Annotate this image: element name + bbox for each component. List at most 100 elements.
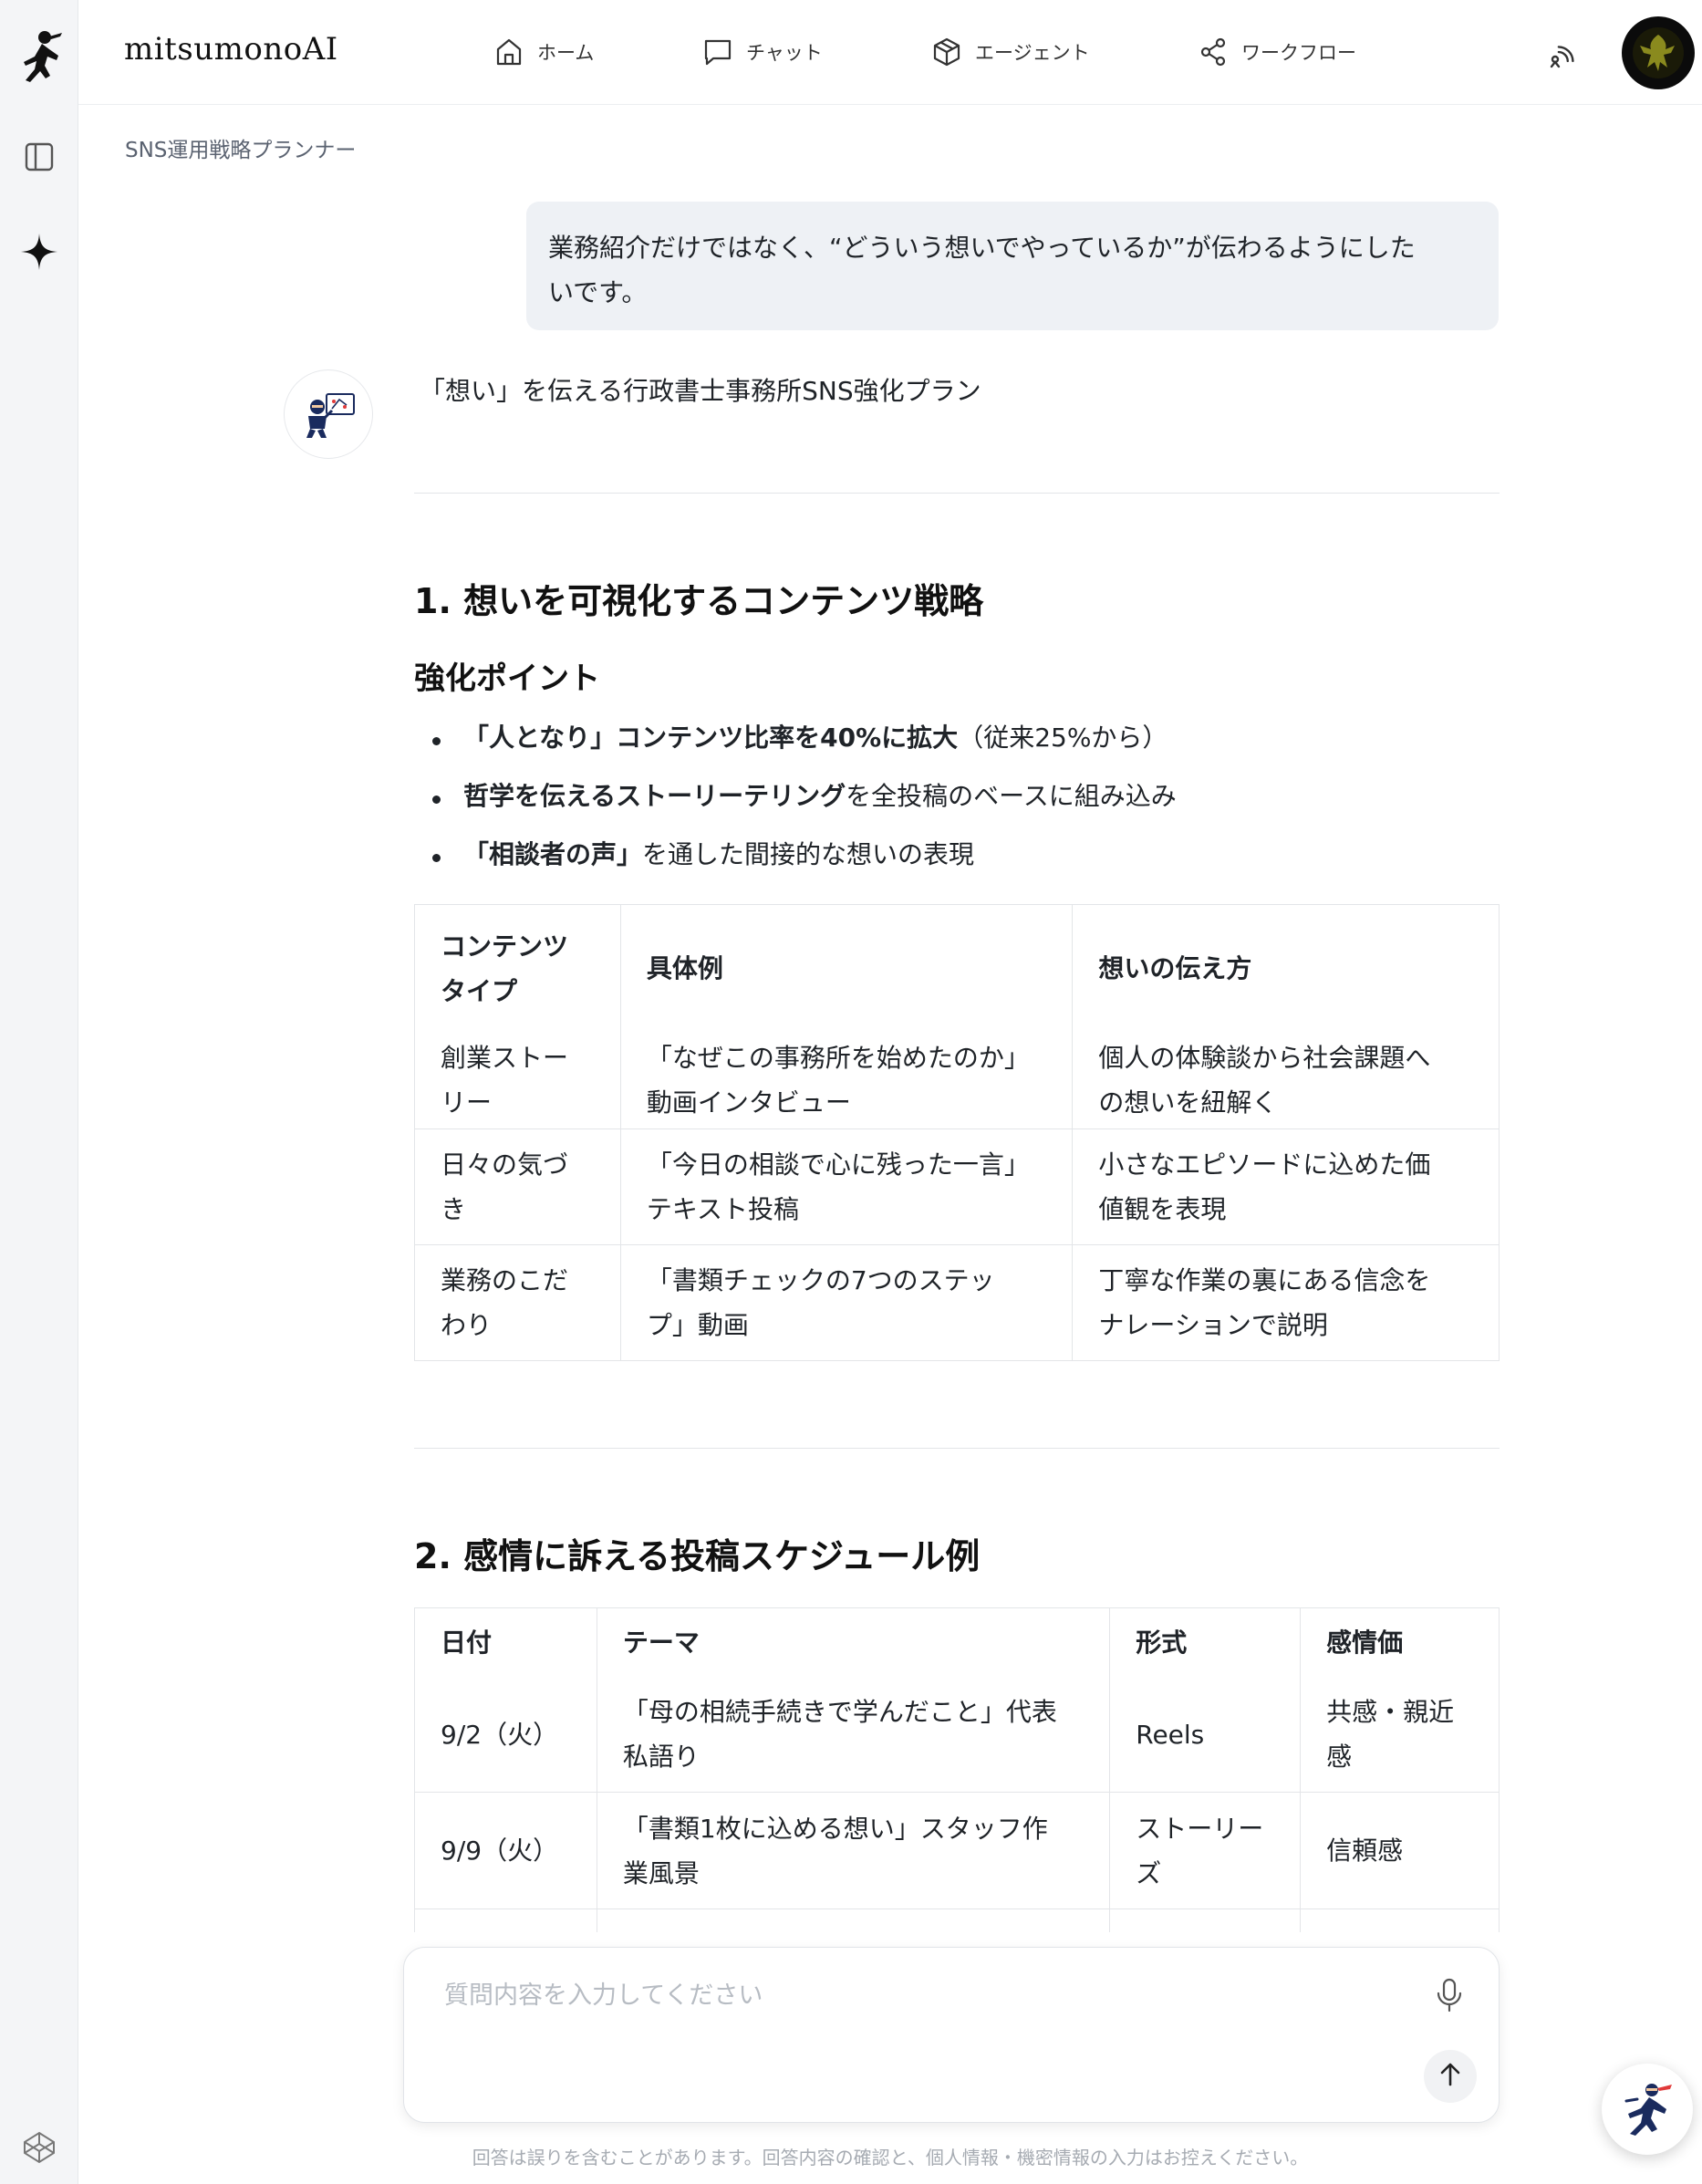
list-item-bold: 「人となり」コンテンツ比率を40%に拡大 (463, 723, 959, 753)
floating-assistant-button[interactable] (1602, 2064, 1693, 2155)
table-header-cell: 感情価 (1300, 1607, 1500, 1678)
table-row: 9/9（火） 「書類1枚に込める想い」スタッフ作 業風景 ストーリーズ 信頼感 (414, 1792, 1500, 1909)
table-cell: 個人の体験談から社会課題へ の想いを紐解く (1072, 1032, 1500, 1129)
chat-input[interactable] (444, 1977, 1356, 2013)
signal-icon[interactable] (1538, 31, 1583, 77)
user-message-bubble: 業務紹介だけではなく、“どういう想いでやっているか”が伝わるようにした いです。 (526, 202, 1499, 330)
table-header-cell: 想いの伝え方 (1072, 904, 1500, 1033)
section-heading: 2. 感情に訴える投稿スケジュール例 (414, 1536, 981, 1576)
nav-workflow-label: ワークフロー (1241, 42, 1356, 64)
cell-line: Reels (1136, 1719, 1205, 1750)
avatar[interactable] (1622, 16, 1695, 89)
package-icon (931, 36, 962, 68)
user-message-line: 業務紹介だけではなく、“どういう想いでやっているか”が伝わるようにした (548, 233, 1416, 263)
list-item-text: （従来25%から） (958, 723, 1168, 753)
table-header-cell: 日付 (414, 1607, 597, 1678)
cell-line: 「母の相続手続きで学んだこと」代表 (622, 1697, 1057, 1728)
share-nodes-icon (1198, 36, 1229, 68)
cell-line: 「書類1枚に込める想い」スタッフ作 (622, 1813, 1048, 1844)
ninja-logo-icon[interactable] (11, 26, 67, 88)
table-cell: Reels (1109, 1677, 1302, 1793)
table-cell: ストーリーズ (1109, 1792, 1302, 1909)
send-button[interactable] (1424, 2050, 1477, 2103)
cell-line: 値観を表現 (1098, 1194, 1227, 1224)
list-item-bold: 「相談者の声」 (463, 839, 643, 869)
breadcrumb[interactable]: SNS運用戦略プランナー (125, 132, 356, 163)
table-row: 創業ストーリー 「なぜこの事務所を始めたのか」 動画インタビュー 個人の体験談から… (414, 1032, 1500, 1129)
sidebar-toggle-icon[interactable] (17, 135, 61, 179)
table-cell: 9/9（火） (414, 1792, 597, 1909)
bullet-list: 「人となり」コンテンツ比率を40%に拡大（従来25%から） 哲学を伝えるストーリ… (414, 717, 1500, 892)
table-header-cell: 形式 (1109, 1607, 1302, 1678)
cell-line: プ」動画 (646, 1310, 749, 1340)
cell-line: 「書類チェックの7つのステッ (646, 1265, 995, 1295)
nav-home[interactable]: ホーム (493, 29, 594, 75)
table-header-cell: コンテンツ タイプ (414, 904, 621, 1033)
cell-line: 9/9（火） (441, 1836, 559, 1866)
cell-line: わり (441, 1310, 493, 1340)
cell-line: 「今日の相談で心に残った一言」 (646, 1149, 1030, 1180)
content-strategy-table: コンテンツ タイプ 具体例 想いの伝え方 創業ストーリー 「なぜこの事務所を始め… (414, 904, 1500, 1361)
cell-line: の想いを紐解く (1098, 1087, 1278, 1118)
table-cell: 創業ストー リー (414, 1032, 621, 1129)
sparkle-icon[interactable] (17, 230, 61, 274)
table-cell: 共感・親近感 (1300, 1677, 1500, 1793)
home-icon (493, 36, 524, 68)
cell-line: ストーリー (1136, 1813, 1264, 1844)
table-row: 日々の気づき 「今日の相談で心に残った一言」 テキスト投稿 小さなエピソードに込め… (414, 1128, 1500, 1245)
cell-line: 創業ストー (441, 1043, 569, 1074)
cell-line: 小さなエピソードに込めた価 (1098, 1149, 1431, 1180)
table-cell: 「なぜこの事務所を始めたのか」 動画インタビュー (619, 1032, 1074, 1129)
list-item: 哲学を伝えるストーリーテリングを全投稿のベースに組み込み (414, 775, 1500, 834)
cell-line: 私語り (622, 1742, 700, 1773)
cell-line: 日々の気づ (441, 1149, 569, 1180)
cell-line: 信頼感 (1326, 1836, 1404, 1866)
section-heading: 1. 想いを可視化するコンテンツ戦略 (414, 581, 984, 621)
nav-workflow[interactable]: ワークフロー (1198, 29, 1356, 75)
cell-line: 動画インタビュー (646, 1087, 851, 1118)
brand-name[interactable]: mitsumonoAI (124, 31, 338, 68)
cell-line: ナレーションで説明 (1098, 1310, 1328, 1340)
cell-line: 感 (1326, 1742, 1353, 1773)
table-cell: 丁寧な作業の裏にある信念を ナレーションで説明 (1072, 1244, 1500, 1361)
cell-line: タイプ (441, 975, 518, 1006)
cell-line: 具体例 (646, 953, 723, 984)
nav-chat-label: チャット (746, 42, 823, 64)
cell-line: 丁寧な作業の裏にある信念を (1098, 1265, 1431, 1295)
table-cell: 信頼感 (1300, 1792, 1500, 1909)
chat-composer (403, 1947, 1500, 2123)
chat-bubble-icon (702, 36, 733, 68)
cell-line: 「なぜこの事務所を始めたのか」 (646, 1043, 1030, 1074)
list-item-text: を通した間接的な想いの表現 (642, 839, 975, 869)
nav-home-label: ホーム (537, 42, 595, 64)
user-message-line: いです。 (548, 277, 648, 307)
table-cell: 「書類チェックの7つのステッ プ」動画 (619, 1244, 1074, 1361)
top-bar: mitsumonoAI ホーム チャット エージェント ワークフロー (78, 0, 1702, 105)
table-cell: 9/2（火） (414, 1677, 597, 1793)
cell-line: リー (441, 1087, 493, 1118)
table-header-cell: 具体例 (619, 904, 1074, 1033)
table-cell: 「母の相続手続きで学んだこと」代表 私語り (596, 1677, 1111, 1793)
microphone-icon[interactable] (1431, 1975, 1468, 2015)
list-item: 「人となり」コンテンツ比率を40%に拡大（従来25%から） (414, 717, 1500, 775)
divider (414, 1448, 1500, 1449)
table-header-row: コンテンツ タイプ 具体例 想いの伝え方 (414, 904, 1500, 1033)
nav-agent[interactable]: エージェント (931, 29, 1090, 75)
disclaimer: 回答は誤りを含むことがあります。回答内容の確認と、個人情報・機密情報の入力はお控… (472, 2147, 1309, 2168)
cell-line: コンテンツ (441, 931, 569, 962)
cell-line: 想いの伝え方 (1098, 953, 1252, 984)
table-cell: 「今日の相談で心に残った一言」 テキスト投稿 (619, 1128, 1074, 1245)
table-row: 9/2（火） 「母の相続手続きで学んだこと」代表 私語り Reels 共感・親近感 (414, 1677, 1500, 1793)
ninja-runner-icon (1624, 2084, 1672, 2136)
section-subheading: 強化ポイント (414, 660, 600, 697)
nav-chat[interactable]: チャット (702, 29, 823, 75)
cell-line: 業務のこだ (441, 1265, 569, 1295)
divider (414, 493, 1500, 494)
cell-line: 9/2（火） (441, 1719, 559, 1750)
list-item-bold: 哲学を伝えるストーリーテリング (463, 781, 846, 811)
table-header-cell: テーマ (596, 1607, 1111, 1678)
list-item-text: を全投稿のベースに組み込み (846, 781, 1177, 811)
assistant-title: 「想い」を伝える行政書士事務所SNS強化プラン (420, 376, 981, 406)
assistant-avatar (284, 369, 373, 459)
cell-line: 個人の体験談から社会課題へ (1098, 1043, 1431, 1074)
